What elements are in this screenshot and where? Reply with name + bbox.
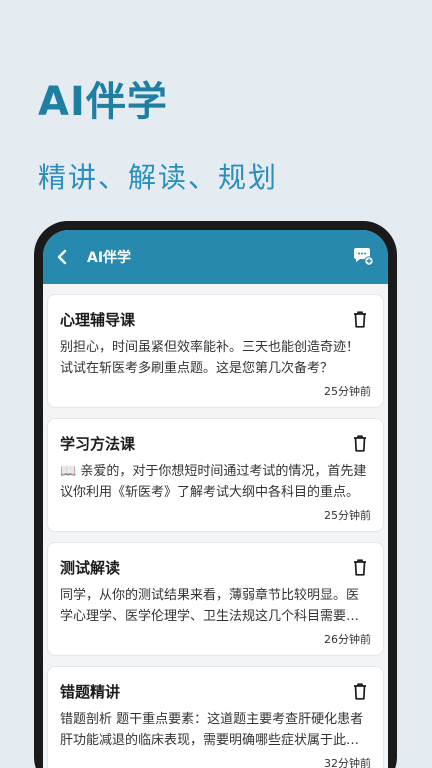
new-chat-button[interactable] <box>350 244 376 270</box>
delete-button[interactable] <box>349 680 371 702</box>
chevron-left-icon <box>57 249 67 265</box>
phone-frame: AI伴学 心理辅导课 别担心，时间虽紧但效率能补。三天也能创造奇迹！试试在斩医考… <box>34 221 397 768</box>
session-time: 25分钟前 <box>324 509 371 522</box>
session-title: 错题精讲 <box>60 682 121 701</box>
delete-button[interactable] <box>349 308 371 330</box>
back-button[interactable] <box>49 242 75 272</box>
session-title: 测试解读 <box>60 558 121 577</box>
trash-icon <box>354 434 366 452</box>
session-card[interactable]: 学习方法课 📖 亲爱的，对于你想短时间通过考试的情况，首先建议你利用《斩医考》了… <box>47 418 384 532</box>
app-bar: AI伴学 <box>43 230 388 284</box>
session-card[interactable]: 错题精讲 错题剖析 题干重点要素：这道题主要考查肝硬化患者肝功能减退的临床表现，… <box>47 666 384 768</box>
session-list: 心理辅导课 别担心，时间虽紧但效率能补。三天也能创造奇迹！试试在斩医考多刷重点题… <box>43 284 388 768</box>
session-preview: 📖 亲爱的，对于你想短时间通过考试的情况，首先建议你利用《斩医考》了解考试大纲中… <box>60 464 367 500</box>
session-time: 32分钟前 <box>324 757 371 768</box>
session-preview: 错题剖析 题干重点要素：这道题主要考查肝硬化患者肝功能减退的临床表现，需要明确哪… <box>60 712 364 748</box>
hero-subtitle: 精讲、解读、规划 <box>38 161 279 194</box>
trash-icon <box>354 682 366 700</box>
app-bar-title: AI伴学 <box>87 250 132 266</box>
session-preview: 同学，从你的测试结果来看，薄弱章节比较明显。医学心理学、医学伦理学、卫生法规这几… <box>60 588 360 624</box>
trash-icon <box>354 310 366 328</box>
session-title: 学习方法课 <box>60 434 136 453</box>
session-card[interactable]: 测试解读 同学，从你的测试结果来看，薄弱章节比较明显。医学心理学、医学伦理学、卫… <box>47 542 384 656</box>
delete-button[interactable] <box>349 556 371 578</box>
phone-screen: AI伴学 心理辅导课 别担心，时间虽紧但效率能补。三天也能创造奇迹！试试在斩医考… <box>43 230 388 768</box>
trash-icon <box>354 558 366 576</box>
delete-button[interactable] <box>349 432 371 454</box>
session-title: 心理辅导课 <box>60 310 136 329</box>
session-preview: 别担心，时间虽紧但效率能补。三天也能创造奇迹！试试在斩医考多刷重点题。这是您第几… <box>60 340 360 376</box>
chat-add-icon <box>354 248 374 266</box>
session-time: 25分钟前 <box>324 385 371 398</box>
session-time: 26分钟前 <box>324 633 371 646</box>
hero-title: AI伴学 <box>38 79 168 125</box>
session-card[interactable]: 心理辅导课 别担心，时间虽紧但效率能补。三天也能创造奇迹！试试在斩医考多刷重点题… <box>47 294 384 408</box>
